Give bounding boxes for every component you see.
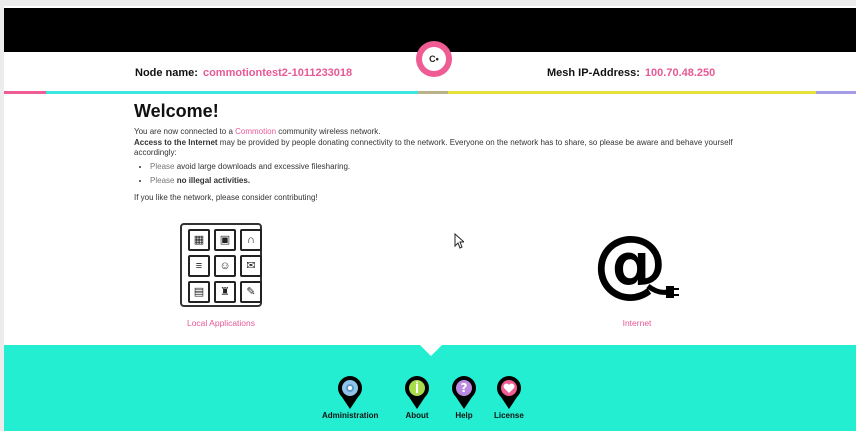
- node-name-row: Node name: commotiontest2-1011233018: [135, 67, 352, 79]
- bullet2-text: no illegal activities.: [174, 176, 251, 185]
- footer-item-license[interactable]: License: [494, 376, 524, 420]
- bullet1-text: avoid large downloads and excessive file…: [174, 161, 351, 171]
- internet-link[interactable]: Internet: [594, 318, 680, 328]
- stripe-cyan: [46, 91, 418, 94]
- svg-text:?: ?: [461, 381, 468, 395]
- mouse-cursor-icon: [454, 233, 464, 249]
- list-item: Please avoid large downloads and excessi…: [150, 162, 734, 173]
- document-icon: ≡: [188, 255, 210, 277]
- connected-paragraph: You are now connected to a Commotion com…: [134, 127, 734, 138]
- bullet1-prefix: Please: [150, 161, 175, 171]
- node-name-value: commotiontest2-1011233018: [202, 67, 353, 79]
- calendar-icon: ▦: [188, 229, 210, 251]
- question-icon: ?: [452, 376, 476, 409]
- node-name-label: Node name:: [135, 67, 198, 79]
- edit-icon: ✎: [240, 281, 262, 303]
- connected-text-post: community wireless network.: [276, 127, 381, 136]
- stripe-pink: [4, 91, 46, 94]
- tower-icon: ♜: [214, 281, 236, 303]
- about-label: About: [405, 411, 429, 420]
- license-label: License: [494, 411, 524, 420]
- local-applications-link[interactable]: Local Applications: [180, 318, 262, 328]
- logo-mark: C•: [422, 47, 446, 71]
- access-bold: Access to the Internet: [134, 137, 218, 147]
- commotion-logo[interactable]: C•: [416, 41, 452, 77]
- local-applications-icon[interactable]: ▦ ▣ ∩ ≡ ☺ ✉ ▤ ♜ ✎: [180, 223, 262, 307]
- svg-text:@: @: [594, 228, 667, 306]
- contact-icon: ☺: [214, 255, 236, 277]
- help-label: Help: [455, 411, 473, 420]
- contribute-text: If you like the network, please consider…: [134, 192, 318, 202]
- info-icon: [405, 376, 429, 409]
- welcome-body: You are now connected to a Commotion com…: [134, 127, 734, 203]
- stripe-olive: [418, 91, 448, 94]
- bullet2-prefix: Please: [150, 176, 175, 185]
- connected-text-pre: You are now connected to a: [134, 127, 236, 136]
- list-item: Please no illegal activities.: [150, 176, 734, 187]
- access-text: may be provided by people donating conne…: [134, 137, 733, 158]
- footer-item-administration[interactable]: Administration: [322, 376, 378, 420]
- heart-icon: [496, 376, 521, 409]
- mesh-ip-row: Mesh IP-Address: 100.70.48.250: [547, 67, 715, 79]
- footer-item-about[interactable]: About: [403, 376, 431, 420]
- mesh-ip-label: Mesh IP-Address:: [547, 67, 640, 79]
- administration-label: Administration: [322, 411, 379, 420]
- mail-icon: ✉: [240, 255, 262, 277]
- stripe-purple: [816, 91, 856, 94]
- stripe-yellow: [448, 91, 816, 94]
- mesh-ip-value: 100.70.48.250: [644, 67, 716, 79]
- headphones-icon: ∩: [240, 229, 262, 251]
- footer-item-help[interactable]: ? Help: [450, 376, 478, 420]
- welcome-heading: Welcome!: [134, 101, 219, 121]
- browser-viewport: C• Node name: commotiontest2-1011233018 M…: [4, 6, 856, 431]
- radio-icon: ▤: [188, 281, 210, 303]
- internet-icon[interactable]: @: [594, 228, 680, 306]
- rules-list: Please avoid large downloads and excessi…: [134, 162, 734, 187]
- media-player-icon: ▣: [214, 229, 236, 251]
- access-paragraph: Access to the Internet may be provided b…: [134, 138, 734, 159]
- gear-icon: [338, 376, 363, 409]
- footer-notch: [420, 345, 442, 356]
- commotion-link[interactable]: Commotion: [235, 127, 276, 136]
